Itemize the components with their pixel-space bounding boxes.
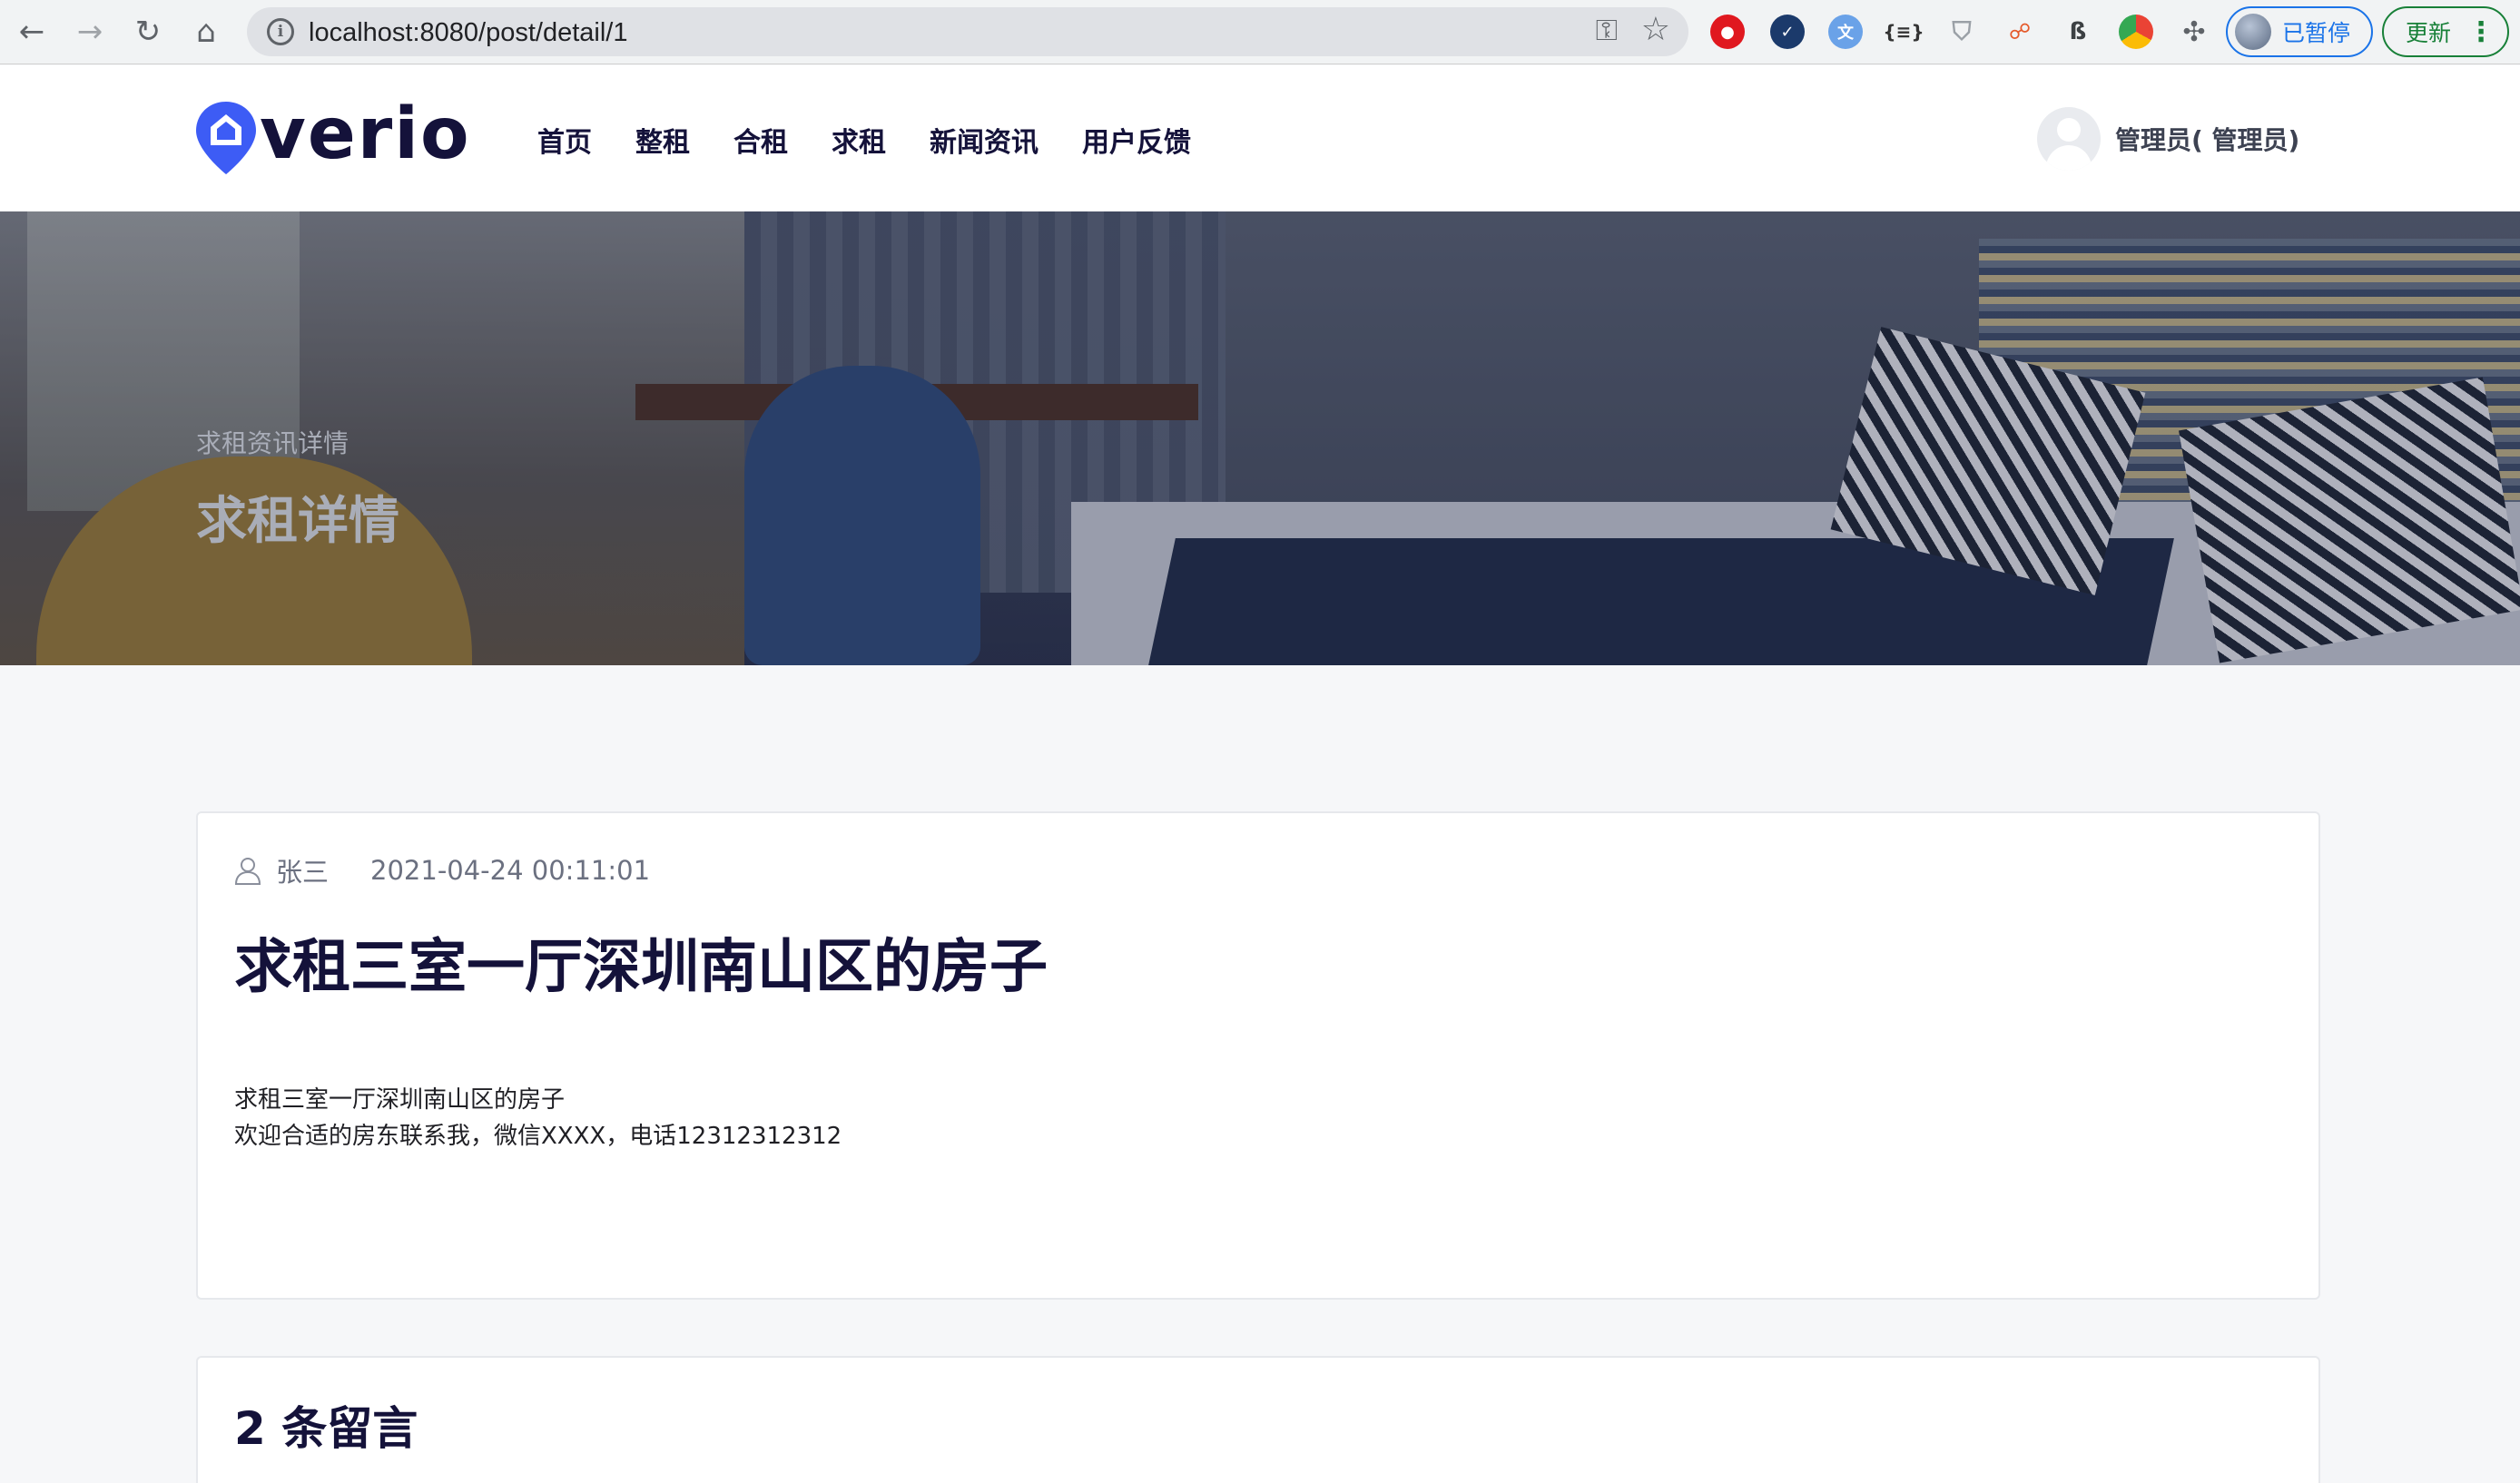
password-key-icon[interactable]: ⚿	[1596, 13, 1618, 48]
post-title: 求租三室一厅深圳南山区的房子	[234, 934, 1048, 1001]
browser-toolbar: ← → ↻ ⌂ i localhost:8080/post/detail/1 ⚿…	[0, 0, 2520, 64]
forward-icon[interactable]: →	[67, 9, 113, 54]
site-header: verio 首页 整租 合租 求租 新闻资讯 用户反馈 管理员( 管理员)	[0, 65, 2520, 211]
profile-avatar	[2235, 14, 2271, 50]
user-icon	[234, 858, 261, 885]
post-body-line: 欢迎合适的房东联系我，微信XXXX，电话12312312312	[234, 1123, 842, 1150]
post-card: 张三 2021-04-24 00:11:01 求租三室一厅深圳南山区的房子 求租…	[196, 811, 2320, 1300]
post-author[interactable]: 张三	[276, 851, 329, 889]
back-icon[interactable]: ←	[9, 9, 54, 54]
location-pin-icon	[196, 102, 256, 174]
nav-home[interactable]: 首页	[537, 120, 592, 160]
url-text[interactable]: localhost:8080/post/detail/1	[309, 18, 627, 48]
post-meta: 张三 2021-04-24 00:11:01	[234, 851, 650, 889]
home-icon[interactable]: ⌂	[183, 9, 229, 54]
update-label: 更新	[2406, 20, 2452, 46]
shield-extension-icon[interactable]: ⛉	[1944, 15, 1979, 49]
logo-wordmark: verio	[260, 93, 471, 175]
hero-breadcrumb: 求租资讯详情	[196, 428, 349, 458]
network-extension-icon[interactable]: ☍	[2003, 15, 2037, 49]
json-extension-icon[interactable]: {≡}	[1883, 15, 1924, 49]
nav-shared-rent[interactable]: 合租	[733, 120, 788, 160]
site-logo[interactable]: verio	[194, 93, 471, 176]
user-menu[interactable]: 管理员( 管理员)	[2037, 107, 2299, 171]
user-avatar[interactable]	[2037, 107, 2101, 171]
site-info-icon[interactable]: i	[267, 18, 294, 45]
nav-seeking-rent[interactable]: 求租	[832, 120, 886, 160]
hero-banner: 求租资讯详情 求租详情	[0, 211, 2520, 665]
chrome-extension-icon[interactable]	[2119, 15, 2153, 49]
update-button[interactable]: 更新 ⋮	[2382, 6, 2509, 57]
profile-status-label: 已暂停	[2282, 20, 2351, 46]
link-extension-icon[interactable]: ß	[2061, 15, 2095, 49]
translate-extension-icon[interactable]: 文	[1828, 15, 1863, 49]
bookmark-star-icon[interactable]: ☆	[1641, 11, 1670, 48]
user-name[interactable]: 管理员( 管理员)	[2115, 121, 2299, 157]
comments-heading: 2 条留言	[234, 1402, 418, 1455]
puzzle-extensions-icon[interactable]: ✣	[2177, 15, 2211, 49]
post-body: 求租三室一厅深圳南山区的房子 欢迎合适的房东联系我，微信XXXX，电话12312…	[234, 1082, 842, 1154]
hero-overlay	[0, 211, 2520, 665]
post-body-line: 求租三室一厅深圳南山区的房子	[234, 1086, 566, 1114]
reload-icon[interactable]: ↻	[125, 9, 171, 54]
hero-title: 求租详情	[196, 492, 399, 551]
nav-news[interactable]: 新闻资讯	[930, 120, 1039, 160]
nav-feedback[interactable]: 用户反馈	[1082, 120, 1191, 160]
adblock-extension-icon[interactable]: ●	[1710, 15, 1745, 49]
nav-whole-rent[interactable]: 整租	[635, 120, 690, 160]
comments-section: 2 条留言	[196, 1356, 2320, 1483]
checkmark-extension-icon[interactable]: ✓	[1770, 15, 1805, 49]
post-date: 2021-04-24 00:11:01	[370, 855, 651, 886]
more-menu-icon[interactable]: ⋮	[2467, 16, 2495, 48]
main-nav: 首页 整租 合租 求租 新闻资讯 用户反馈	[537, 120, 1235, 160]
profile-button[interactable]: 已暂停	[2226, 6, 2373, 57]
address-bar[interactable]: i localhost:8080/post/detail/1 ⚿ ☆	[247, 7, 1688, 56]
